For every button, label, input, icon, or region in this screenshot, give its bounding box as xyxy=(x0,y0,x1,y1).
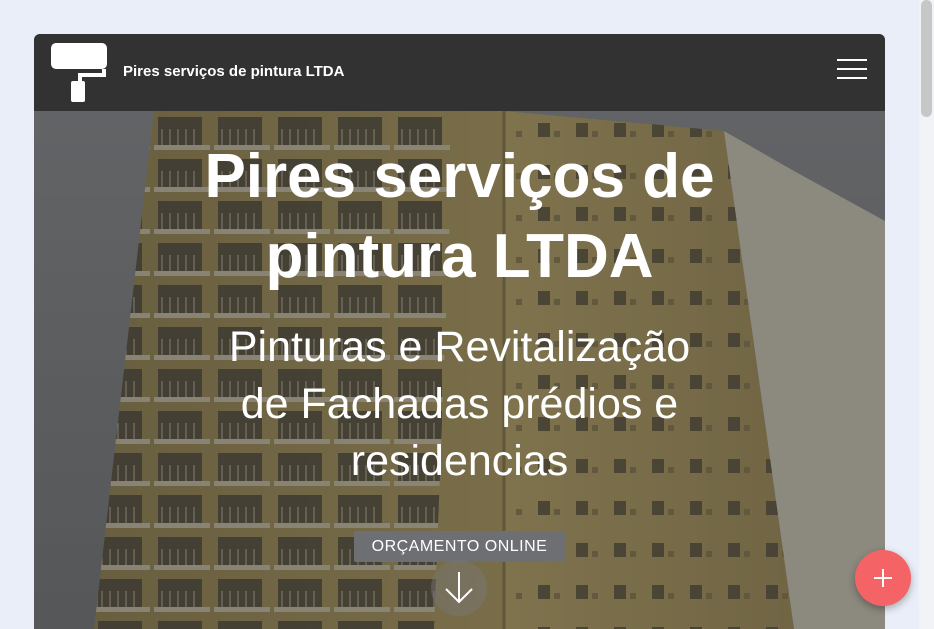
brand-name[interactable]: Pires serviços de pintura LTDA xyxy=(123,63,344,80)
paint-roller-icon[interactable] xyxy=(49,41,111,103)
quote-online-button[interactable]: ORÇAMENTO ONLINE xyxy=(354,531,565,562)
hero-title: Pires serviços de pintura LTDA xyxy=(34,137,885,297)
hero-title-line: Pires serviços de xyxy=(204,142,715,211)
plus-icon[interactable] xyxy=(855,550,911,606)
navbar: Pires serviços de pintura LTDA xyxy=(34,34,885,111)
arrow-down-icon[interactable] xyxy=(431,560,487,616)
hero-subtitle-line: Pinturas e Revitalização xyxy=(228,323,691,371)
hero-title-line: pintura LTDA xyxy=(265,222,654,291)
site-frame: Pires serviços de pintura LTDA Pires ser… xyxy=(34,34,885,629)
hero-subtitle-line: residencias xyxy=(350,437,569,485)
hamburger-menu-icon[interactable] xyxy=(833,56,871,82)
scrollbar-thumb[interactable] xyxy=(921,0,932,117)
hero-section: Pires serviços de pintura LTDA Pinturas … xyxy=(34,111,885,629)
page-scrollbar[interactable] xyxy=(919,0,934,629)
hero-subtitle-line: de Fachadas prédios e xyxy=(240,380,679,428)
hero-subtitle: Pinturas e Revitalização de Fachadas pré… xyxy=(184,319,735,490)
